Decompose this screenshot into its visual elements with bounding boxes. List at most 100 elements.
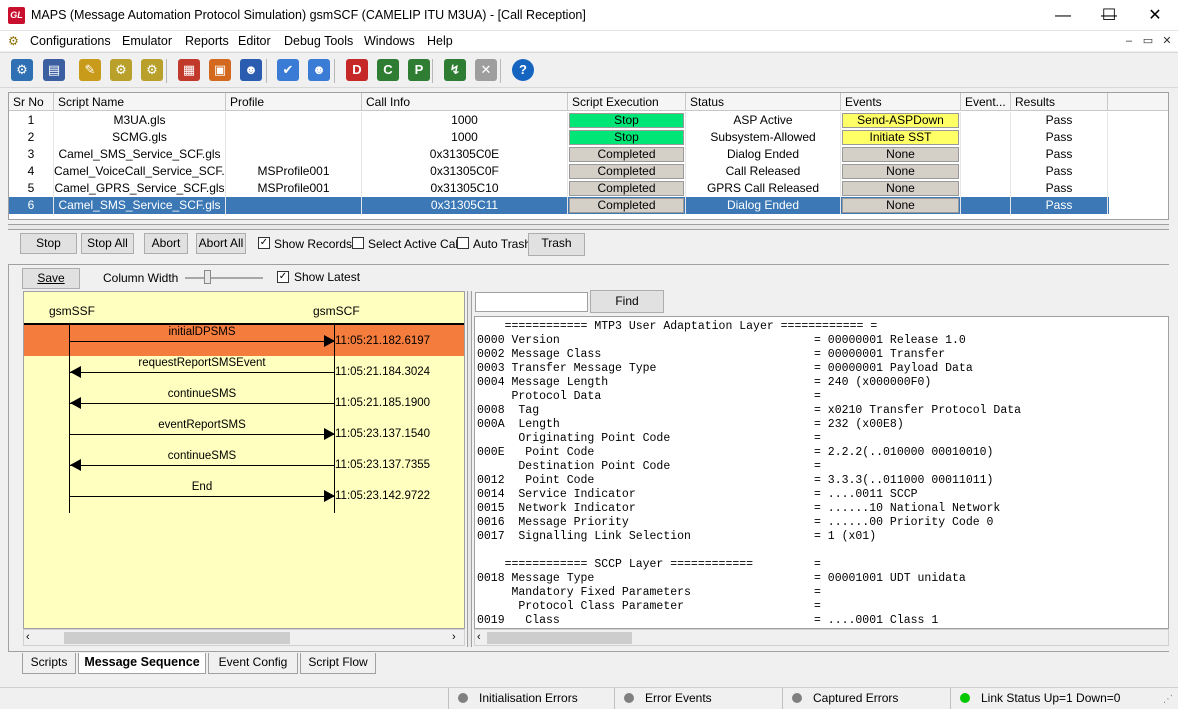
- stop-button[interactable]: Stop: [20, 233, 77, 254]
- cell-result: Pass: [1011, 163, 1108, 180]
- show-latest-label: Show Latest: [294, 270, 361, 284]
- script-execution-button[interactable]: Completed: [569, 198, 684, 213]
- column-width-slider[interactable]: [185, 277, 263, 279]
- tab-event-config[interactable]: Event Config: [208, 653, 298, 674]
- blocks-icon: ▦: [178, 59, 200, 81]
- user-settings-button[interactable]: ☻: [305, 56, 333, 84]
- gear-button[interactable]: ⚙: [8, 56, 36, 84]
- find-button[interactable]: Find: [590, 290, 664, 313]
- mdi-restore-button[interactable]: ▭: [1139, 34, 1157, 49]
- sequence-message[interactable]: eventReportSMS 11:05:23.137.1540: [24, 418, 464, 449]
- menu-debug-tools[interactable]: Debug Tools: [284, 34, 353, 48]
- script-execution-button[interactable]: Stop: [569, 113, 684, 128]
- script-execution-button[interactable]: Completed: [569, 181, 684, 196]
- menu-reports[interactable]: Reports: [185, 34, 229, 48]
- sequence-message[interactable]: initialDPSMS 11:05:21.182.6197: [24, 325, 464, 356]
- event-button[interactable]: None: [842, 164, 959, 179]
- event-button[interactable]: Initiate SST: [842, 130, 959, 145]
- trash-button[interactable]: Trash: [528, 233, 585, 256]
- page-c-button[interactable]: C: [374, 56, 402, 84]
- stop-all-button[interactable]: Stop All: [81, 233, 134, 254]
- abort-button[interactable]: Abort: [144, 233, 188, 254]
- decode-field: 0015 Network Indicator: [477, 502, 636, 515]
- menu-windows[interactable]: Windows: [364, 34, 415, 48]
- horizontal-splitter[interactable]: [8, 224, 1169, 230]
- event-button[interactable]: None: [842, 147, 959, 162]
- decode-scroll-left-icon[interactable]: ‹: [477, 631, 481, 643]
- table-row[interactable]: 4 Camel_VoiceCall_Service_SCF.gls MSProfil…: [9, 163, 1109, 180]
- menu-editor[interactable]: Editor: [238, 34, 271, 48]
- col-events[interactable]: Events: [841, 93, 961, 111]
- sequence-message[interactable]: End 11:05:23.142.9722: [24, 480, 464, 511]
- find-input[interactable]: [475, 292, 588, 312]
- auto-trash-checkbox[interactable]: [457, 237, 469, 249]
- scroll-left-icon[interactable]: ‹: [26, 631, 30, 643]
- table-row[interactable]: 1 M3UA.gls 1000 Stop ASP Active Send-ASPDown P…: [9, 112, 1109, 129]
- select-active-call-checkbox[interactable]: [352, 237, 364, 249]
- col-script-name[interactable]: Script Name: [54, 93, 226, 111]
- table-row[interactable]: 3 Camel_SMS_Service_SCF.gls 0x31305C0E Comp…: [9, 146, 1109, 163]
- script-edit-button[interactable]: ✎: [76, 56, 104, 84]
- menu-emulator[interactable]: Emulator: [122, 34, 172, 48]
- page-p-button[interactable]: P: [405, 56, 433, 84]
- pencil-check-button[interactable]: ✔: [274, 56, 302, 84]
- show-latest-checkbox[interactable]: ✓: [277, 271, 289, 283]
- col-results[interactable]: Results: [1011, 93, 1108, 111]
- show-records-checkbox[interactable]: ✓: [258, 237, 270, 249]
- decode-scroll-thumb[interactable]: [487, 632, 632, 644]
- table-row[interactable]: 5 Camel_GPRS_Service_SCF.gls MSProfile001 0…: [9, 180, 1109, 197]
- notebook-button[interactable]: ▤: [40, 56, 68, 84]
- help-button[interactable]: ?: [509, 56, 537, 84]
- decode-view: ============ MTP3 User Adaptation Layer …: [474, 316, 1169, 629]
- col-script-execution[interactable]: Script Execution: [568, 93, 686, 111]
- scroll-right-icon[interactable]: ›: [452, 631, 456, 643]
- window-maximize-button[interactable]: ☐: [1086, 0, 1132, 31]
- user-lock-button[interactable]: ☻: [237, 56, 265, 84]
- tab-script-flow[interactable]: Script Flow: [300, 653, 376, 674]
- decode-horizontal-scrollbar[interactable]: ‹: [474, 629, 1169, 646]
- tab-message-sequence[interactable]: Message Sequence: [78, 653, 206, 674]
- event-button[interactable]: None: [842, 198, 959, 213]
- col-sr-no[interactable]: Sr No: [9, 93, 54, 111]
- sequence-message[interactable]: requestReportSMSEvent 11:05:21.184.3024: [24, 356, 464, 387]
- resize-grip-icon[interactable]: ⋰: [1163, 694, 1173, 705]
- page-p-icon: P: [408, 59, 430, 81]
- tab-scripts[interactable]: Scripts: [22, 653, 76, 674]
- mdi-minimize-button[interactable]: –: [1120, 34, 1138, 49]
- decode-value: = 2.2.2(..010000 00010010): [814, 446, 994, 459]
- menu-help[interactable]: Help: [427, 34, 453, 48]
- col-call-info[interactable]: Call Info: [362, 93, 568, 111]
- pin-button[interactable]: ✕: [472, 56, 500, 84]
- gears-alt-button[interactable]: ⚙: [138, 56, 166, 84]
- gears-button[interactable]: ⚙: [107, 56, 135, 84]
- app-menu-icon[interactable]: ⚙: [8, 34, 22, 48]
- script-execution-button[interactable]: Completed: [569, 147, 684, 162]
- sequence-message[interactable]: continueSMS 11:05:21.185.1900: [24, 387, 464, 418]
- page-d-button[interactable]: D: [343, 56, 371, 84]
- menu-configurations[interactable]: Configurations: [30, 34, 111, 48]
- column-width-slider-thumb[interactable]: [204, 270, 212, 284]
- sequence-horizontal-scrollbar[interactable]: ‹ ›: [23, 629, 465, 646]
- col-profile[interactable]: Profile: [226, 93, 362, 111]
- briefcase-button[interactable]: ▣: [206, 56, 234, 84]
- col-event-2[interactable]: Event...: [961, 93, 1011, 111]
- script-execution-button[interactable]: Completed: [569, 164, 684, 179]
- window-minimize-button[interactable]: —: [1040, 0, 1086, 31]
- window-close-button[interactable]: ✕: [1132, 0, 1178, 31]
- event-button[interactable]: None: [842, 181, 959, 196]
- sequence-message[interactable]: continueSMS 11:05:23.137.7355: [24, 449, 464, 480]
- col-status[interactable]: Status: [686, 93, 841, 111]
- table-row[interactable]: 6 Camel_SMS_Service_SCF.gls 0x31305C11 Comp…: [9, 197, 1109, 214]
- abort-all-button[interactable]: Abort All: [196, 233, 246, 254]
- event-button[interactable]: Send-ASPDown: [842, 113, 959, 128]
- call-transfer-button[interactable]: ↯: [441, 56, 469, 84]
- save-button[interactable]: Save: [22, 268, 80, 289]
- status-panel: Link Status Up=1 Down=0: [950, 688, 1160, 709]
- scroll-thumb[interactable]: [64, 632, 290, 644]
- vertical-splitter[interactable]: [467, 291, 472, 647]
- table-row[interactable]: 2 SCMG.gls 1000 Stop Subsystem-Allowed Initia…: [9, 129, 1109, 146]
- decode-value: =: [814, 586, 821, 599]
- script-execution-button[interactable]: Stop: [569, 130, 684, 145]
- mdi-close-button[interactable]: ✕: [1158, 34, 1176, 49]
- blocks-button[interactable]: ▦: [175, 56, 203, 84]
